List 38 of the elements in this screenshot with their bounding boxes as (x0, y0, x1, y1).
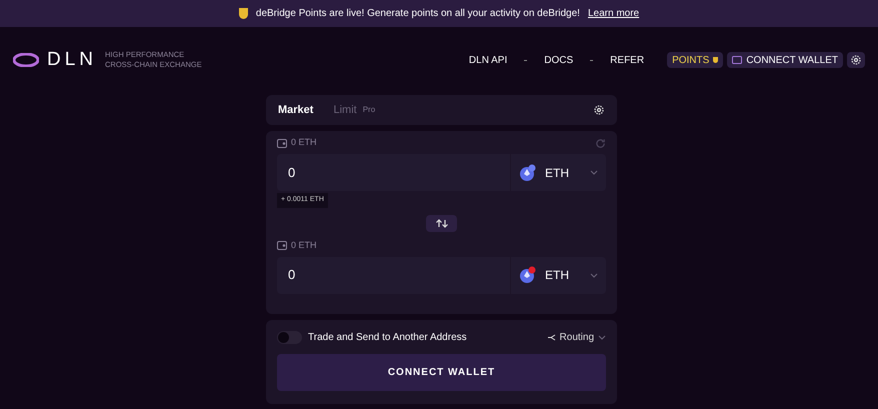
connect-wallet-button[interactable]: CONNECT WALLET (277, 354, 606, 391)
nav-link[interactable]: DLN API (468, 52, 508, 68)
routing-button[interactable]: Routing (548, 330, 606, 344)
swap-direction-button[interactable] (426, 214, 457, 232)
token-icon (519, 266, 537, 284)
pro-label: Pro (362, 104, 376, 116)
logo-text: DLN (47, 48, 98, 72)
swap-arrows-icon (434, 218, 448, 228)
amount-field[interactable]: 0 (277, 154, 510, 191)
nav-link[interactable]: DOCS (544, 52, 574, 68)
token-select[interactable]: ETH (511, 154, 606, 191)
nav-link[interactable]: REFER (610, 52, 644, 68)
wallet-icon (277, 138, 287, 148)
tab[interactable]: Market (278, 102, 314, 118)
balance-label: 0 ETH (291, 136, 317, 150)
banner-text: deBridge Points are live! Generate points on all your activity on deBridge! (256, 7, 580, 21)
tab[interactable]: Limit Pro (333, 102, 376, 118)
balance-label: 0 ETH (291, 238, 317, 252)
toggle-switch[interactable] (277, 330, 302, 344)
points-button[interactable]: POINTS (667, 52, 724, 68)
logo-icon (13, 53, 39, 67)
chevron-down-icon (590, 272, 598, 278)
chevron-down-icon (598, 334, 606, 340)
chevron-down-icon (590, 170, 598, 175)
wallet-icon (732, 56, 742, 64)
wallet-icon (277, 241, 287, 250)
settings-button[interactable] (847, 52, 865, 68)
amount-field[interactable]: 0 (277, 256, 510, 294)
token-select[interactable]: ETH (511, 256, 606, 294)
trophy-icon (238, 8, 248, 19)
token-icon (519, 164, 537, 182)
connect-wallet-button[interactable]: CONNECT WALLET (727, 52, 843, 68)
toggle-label: Trade and Send to Another Address (308, 330, 467, 344)
trophy-icon (713, 57, 718, 63)
settings-icon (593, 104, 605, 116)
settings-icon (850, 54, 862, 66)
routing-icon (548, 334, 556, 340)
learn-more-link[interactable]: Learn more (588, 6, 640, 21)
